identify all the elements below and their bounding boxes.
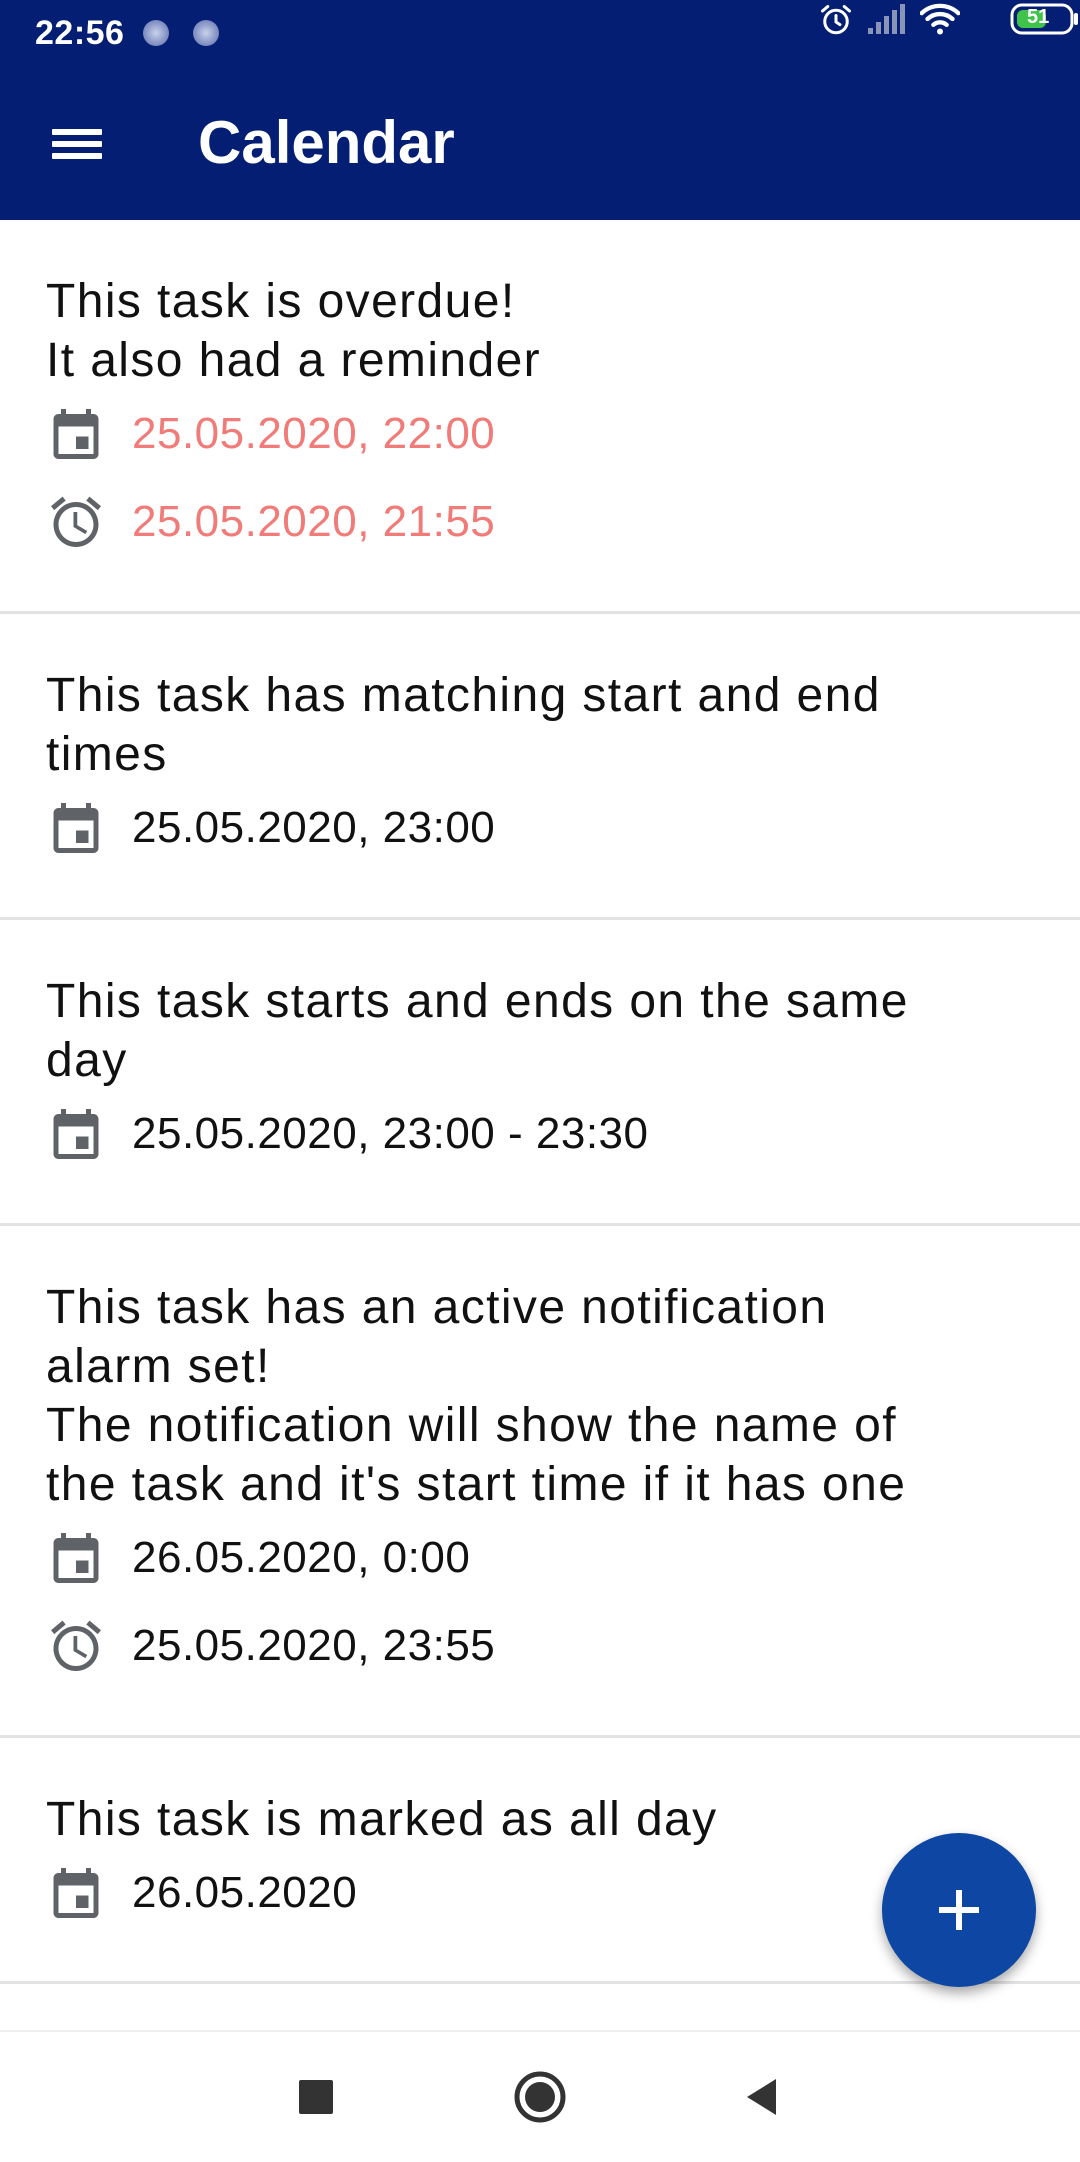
back-button[interactable] [732, 2067, 792, 2127]
cell-signal-icon [868, 4, 905, 34]
task-title: This task starts and ends on the same da… [46, 975, 909, 1087]
task-reminder-row: 25.05.2020, 23:55 [46, 1602, 1034, 1690]
task-date: 25.05.2020, 22:00 [132, 409, 496, 458]
battery-level: 51 [1027, 6, 1050, 28]
task-date-row: 25.05.2020, 22:00 [46, 390, 1034, 478]
task-reminder: 25.05.2020, 21:55 [132, 497, 496, 546]
task-item[interactable]: This task is overdue! It also had a remi… [0, 220, 1080, 614]
app-bar: Calendar [0, 66, 1080, 220]
battery-icon: 51 [1010, 2, 1080, 36]
system-nav-bar [0, 2030, 1080, 2162]
task-date: 26.05.2020, 0:00 [132, 1533, 471, 1582]
task-date: 25.05.2020, 23:00 [132, 803, 496, 852]
task-list: This task is overdue! It also had a remi… [0, 220, 1080, 1984]
status-bar: 22:56 51 [0, 0, 1080, 66]
task-title: This task is marked as all day [46, 1793, 718, 1846]
calendar-icon [53, 803, 99, 853]
task-reminder-row: 25.05.2020, 21:55 [46, 478, 1034, 566]
task-date-row: 26.05.2020, 0:00 [46, 1514, 1034, 1602]
calendar-icon [53, 1109, 99, 1159]
task-item[interactable]: This task starts and ends on the same da… [0, 920, 1080, 1226]
alarm-clock-icon [51, 1620, 101, 1671]
task-date-row: 25.05.2020, 23:00 [46, 784, 1034, 872]
calendar-icon [53, 1868, 99, 1918]
task-title: This task has matching start and end tim… [46, 669, 881, 781]
task-date-row: 25.05.2020, 23:00 - 23:30 [46, 1090, 1034, 1178]
home-button[interactable] [510, 2067, 570, 2127]
task-item[interactable]: This task has an active notification ala… [0, 1226, 1080, 1738]
notification-dot-icon [193, 20, 219, 46]
menu-button[interactable] [28, 101, 124, 185]
alarm-clock-icon [51, 496, 101, 547]
hamburger-menu-icon-line [52, 153, 102, 159]
notification-dot-icon [143, 20, 169, 46]
hamburger-menu-icon [52, 129, 102, 135]
calendar-icon [53, 409, 99, 459]
add-task-button[interactable] [882, 1833, 1036, 1987]
status-time: 22:56 [35, 14, 125, 52]
task-title: This task has an active notification ala… [46, 1281, 907, 1511]
recents-button[interactable] [286, 2067, 346, 2127]
plus-icon [939, 1890, 979, 1930]
alarm-status-icon [821, 4, 851, 35]
hamburger-menu-icon-line [52, 141, 102, 147]
task-item[interactable]: This task has matching start and end tim… [0, 614, 1080, 920]
task-date: 25.05.2020, 23:00 - 23:30 [132, 1109, 649, 1158]
task-date: 26.05.2020 [132, 1868, 358, 1917]
calendar-icon [53, 1533, 99, 1583]
wifi-icon [920, 3, 960, 35]
page-title: Calendar [198, 109, 455, 176]
task-reminder: 25.05.2020, 23:55 [132, 1621, 496, 1670]
task-title: This task is overdue! It also had a remi… [46, 275, 542, 387]
